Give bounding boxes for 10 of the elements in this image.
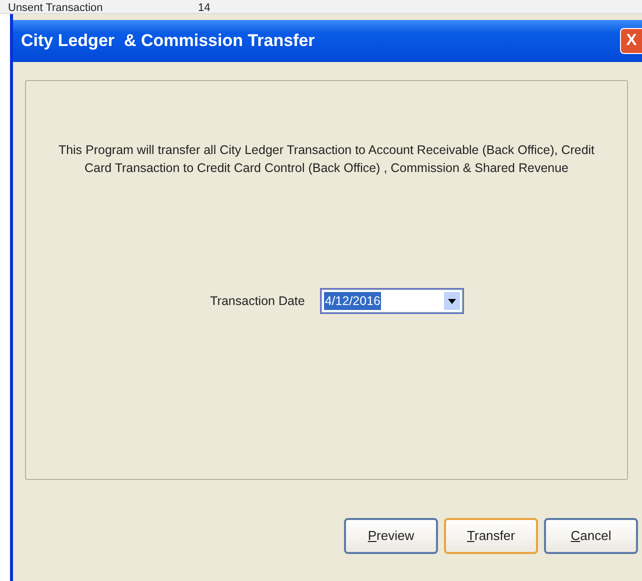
dialog-button[interactable]: Cancel bbox=[544, 518, 638, 554]
background-row-value: 14 bbox=[198, 3, 210, 13]
window-title: City Ledger & Commission Transfer bbox=[21, 30, 315, 52]
background-row-label: Unsent Transaction bbox=[8, 3, 104, 13]
close-button[interactable]: X bbox=[620, 28, 642, 54]
dialog-button[interactable]: Transfer bbox=[444, 518, 538, 554]
dialog-button[interactable]: Preview bbox=[344, 518, 438, 554]
field-label: Transaction Date bbox=[210, 292, 305, 310]
description-text: This Program will transfer all City Ledger Transaction to Account Receivable (Back Office), Credit Card Transaction to Credit Card Control (Back Office) , Commission & Shared Revenue bbox=[57, 142, 596, 177]
date-dropdown[interactable]: 4/12/2016 bbox=[320, 289, 463, 313]
